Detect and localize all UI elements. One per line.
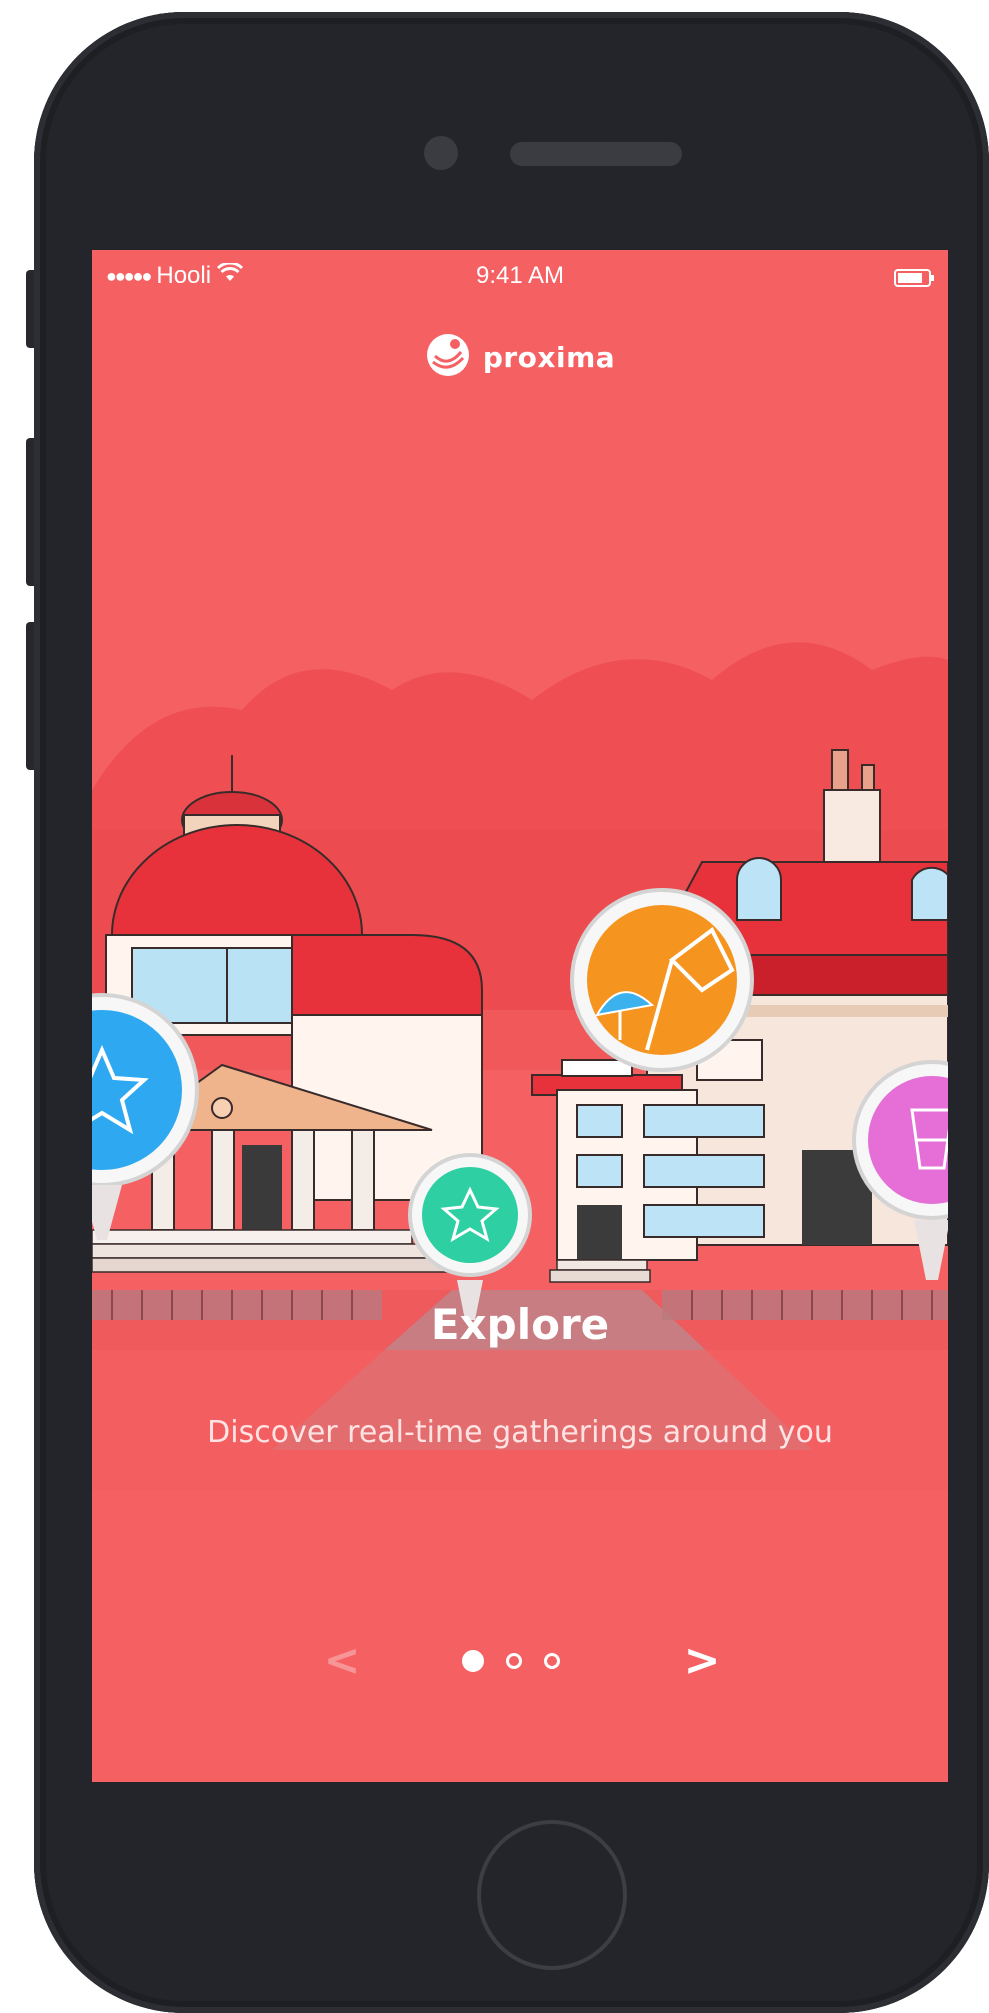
status-time: 9:41 AM	[475, 262, 565, 289]
next-button[interactable]: >	[672, 1630, 732, 1690]
app-logo: proxima	[92, 332, 948, 382]
pager: < >	[92, 1630, 948, 1690]
page-dot-3[interactable]	[544, 1653, 560, 1669]
onboarding-description: Discover real-time gatherings around you	[207, 1415, 833, 1450]
page-indicator	[462, 1650, 560, 1672]
beach-pin-icon[interactable]	[570, 888, 754, 1072]
battery-icon	[894, 266, 934, 287]
previous-button[interactable]: <	[312, 1630, 372, 1690]
drink-pin-icon[interactable]	[852, 1060, 948, 1280]
page-dot-1[interactable]	[462, 1650, 484, 1672]
status-bar: ●●●●● Hooli 9:41 AM	[92, 250, 948, 300]
logo-text: proxima	[482, 340, 616, 374]
app-screen: ●●●●● Hooli 9:41 AM proxima Explore Disc…	[92, 250, 948, 1782]
earpiece-speaker	[510, 142, 682, 166]
front-camera	[424, 136, 458, 170]
page-dot-2[interactable]	[506, 1653, 522, 1669]
onboarding-title: Explore	[430, 1300, 610, 1349]
home-button[interactable]	[477, 1820, 627, 1970]
proxima-logo-icon	[425, 332, 471, 382]
